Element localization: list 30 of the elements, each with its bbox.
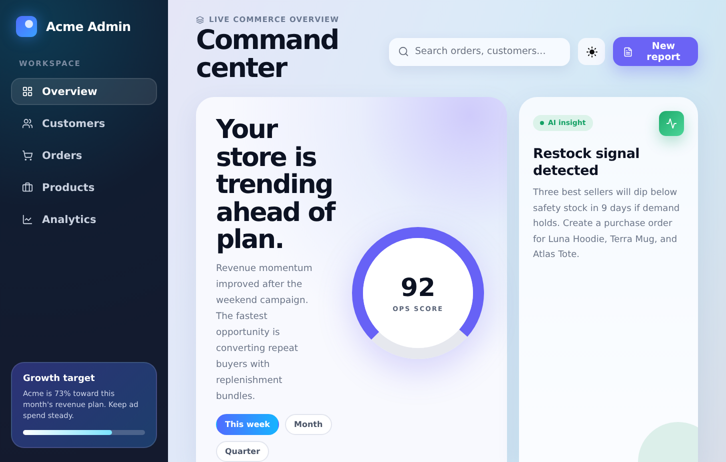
cart-icon [22,150,33,161]
layers-icon [196,16,204,24]
sun-icon [586,46,598,58]
hero-headline: Your store is trending ahead of plan. [216,117,336,254]
new-report-button[interactable]: New report [613,37,698,66]
page-title: Command center [196,27,340,83]
period-tab[interactable]: Month [285,414,332,434]
insight-text: Three best sellers will dip below safety stock in 9 days if demand holds. Create a purchase order for Luna Hoodie, Terra Mug, and Atlas Tote. [533,187,681,262]
people-icon [22,118,33,129]
line-chart-icon [22,214,33,225]
insight-title: Restock signal detected [533,146,640,180]
nav-item[interactable]: Analytics [11,206,157,233]
search-icon [398,46,409,56]
card-title: Growth target [23,374,96,384]
nav-item[interactable]: Customers [11,110,157,137]
theme-toggle-button[interactable] [578,38,605,65]
pulse-icon [659,111,684,136]
brand-name: Acme Admin [46,19,131,34]
nav-item[interactable]: Products [11,174,157,201]
score-value: 92 [400,273,436,302]
search-field[interactable]: Search orders, customers... [389,38,570,66]
document-icon [623,46,633,56]
hero-text: Revenue momentum improved after the weekend campaign. The fastest opportunity is converting repeat buyers with replenishment bundles. [216,262,314,404]
period-tab[interactable]: Quarter [216,440,270,462]
nav-item[interactable]: Overview [11,78,157,105]
nav-item[interactable]: Orders [11,142,157,169]
period-tab[interactable]: This week [216,414,280,434]
briefcase-icon [22,182,33,193]
logo-icon [16,16,37,37]
grid-icon [22,86,33,97]
